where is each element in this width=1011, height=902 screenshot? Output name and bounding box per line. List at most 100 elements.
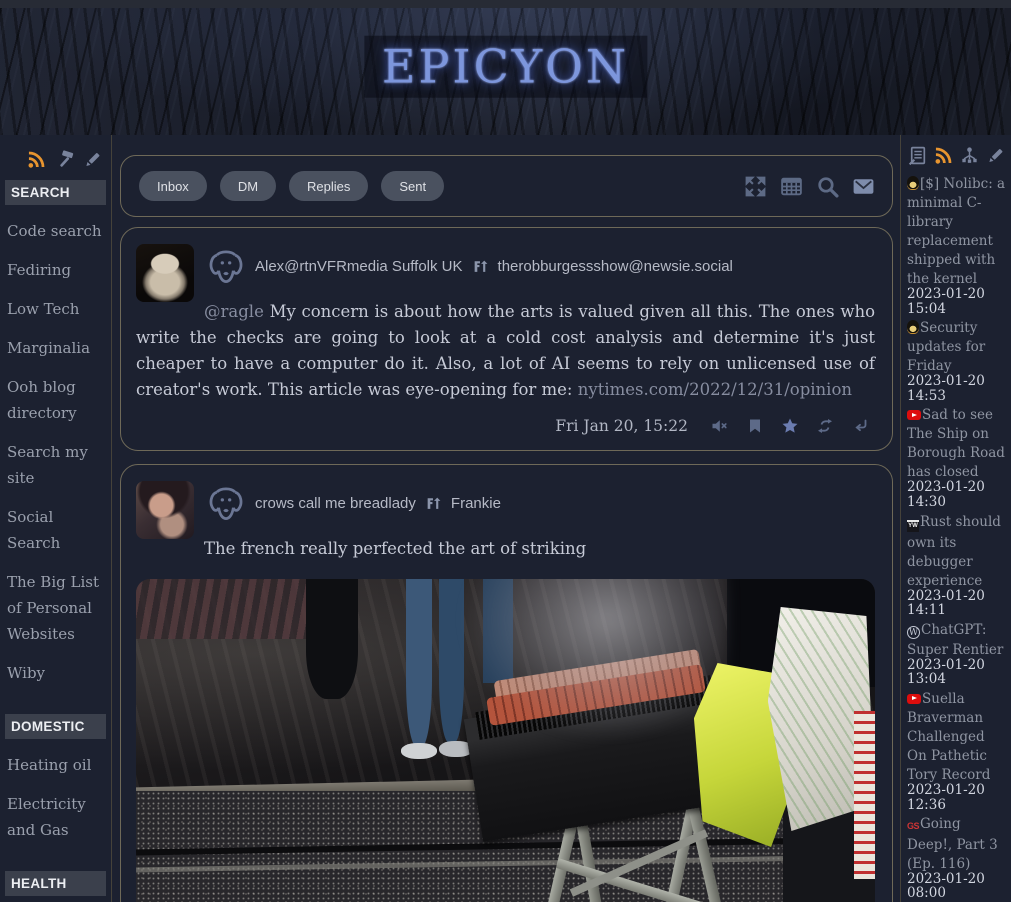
timeline-tab[interactable]: Inbox bbox=[139, 171, 207, 201]
rss-icon[interactable] bbox=[26, 149, 47, 170]
news-link[interactable]: Suella Braverman Challenged On Pathetic … bbox=[907, 691, 990, 783]
news-datetime: 2023-01-20 14:30 bbox=[907, 480, 1008, 509]
news-item: Going Deep!, Part 3 (Ep. 116) 2023-01-20… bbox=[907, 813, 1008, 901]
post-footer: Fri Jan 20, 15:22 bbox=[136, 417, 869, 435]
post-image[interactable] bbox=[136, 579, 875, 902]
news-source-icon bbox=[907, 410, 921, 420]
news-title[interactable]: Rust should own its debugger experience bbox=[907, 514, 1001, 589]
sidebar-link[interactable]: Fediring bbox=[7, 257, 111, 283]
news-title[interactable]: Sad to see The Ship on Borough Road has … bbox=[907, 407, 1005, 480]
top-strip bbox=[0, 0, 1011, 8]
profile-banner[interactable]: EPICYON bbox=[0, 8, 1011, 135]
news-title[interactable]: [$] Nolibc: a minimal C-library replacem… bbox=[907, 176, 1005, 287]
person-icon bbox=[204, 246, 248, 286]
page-content: SEARCH Code searchFediringLow TechMargin… bbox=[0, 135, 1011, 902]
news-link[interactable]: Going Deep!, Part 3 (Ep. 116) bbox=[907, 816, 998, 872]
sidebar-link[interactable]: Search my site bbox=[7, 439, 111, 491]
news-link[interactable]: [$] Nolibc: a minimal C-library replacem… bbox=[907, 176, 1005, 287]
news-item: [$] Nolibc: a minimal C-library replacem… bbox=[907, 173, 1008, 316]
section-header: DOMESTIC bbox=[5, 714, 106, 739]
sidebar-link[interactable]: Electricity and Gas bbox=[7, 791, 111, 843]
news-item: Security updates for Friday 2023-01-20 1… bbox=[907, 317, 1008, 403]
star-icon[interactable] bbox=[781, 417, 799, 435]
news-datetime: 2023-01-20 08:00 bbox=[907, 872, 1008, 901]
news-item: Suella Braverman Challenged On Pathetic … bbox=[907, 688, 1008, 812]
post-header: crows call me breadlady Frankie bbox=[204, 480, 875, 526]
repeat-icon bbox=[425, 495, 442, 512]
timeline-tab[interactable]: Sent bbox=[381, 171, 444, 201]
post-body: The french really perfected the art of s… bbox=[136, 536, 875, 562]
edit-icon[interactable] bbox=[985, 145, 1006, 166]
news-source-icon bbox=[907, 819, 919, 834]
post-author[interactable]: Alex@rtnVFRmedia Suffolk UK bbox=[255, 258, 463, 275]
calendar-icon[interactable] bbox=[779, 174, 804, 199]
news-link[interactable]: Sad to see The Ship on Borough Road has … bbox=[907, 407, 1005, 480]
post-timestamp[interactable]: Fri Jan 20, 15:22 bbox=[555, 417, 688, 435]
news-source-icon bbox=[907, 320, 919, 333]
sidebar-section-domestic: DOMESTIC Heating oil Electricity and Gas bbox=[5, 714, 111, 843]
news-datetime: 2023-01-20 14:53 bbox=[907, 374, 1008, 403]
newswire-list: [$] Nolibc: a minimal C-library replacem… bbox=[907, 173, 1008, 902]
sidebar-link[interactable]: Wiby bbox=[7, 660, 111, 686]
news-title[interactable]: ChatGPT: Super Rentier bbox=[907, 622, 1003, 658]
sidebar-link[interactable]: Social Search bbox=[7, 504, 111, 556]
section-links: Code search Fediring Low Tech Marginalia Ooh… bbox=[5, 218, 111, 686]
site-title: EPICYON bbox=[364, 35, 647, 98]
news-source-icon bbox=[907, 694, 921, 704]
sidebar-link[interactable]: Code search bbox=[7, 218, 111, 244]
news-link[interactable]: Rust should own its debugger experience bbox=[907, 514, 1001, 589]
newswire-sidebar: [$] Nolibc: a minimal C-library replacem… bbox=[900, 135, 1011, 902]
timeline-header-icons bbox=[743, 174, 876, 199]
bookmark-icon[interactable] bbox=[746, 417, 764, 435]
reply-icon[interactable] bbox=[851, 417, 869, 435]
news-title[interactable]: Suella Braverman Challenged On Pathetic … bbox=[907, 691, 990, 783]
sidebar-link[interactable]: Ooh blog directory bbox=[7, 374, 111, 426]
photo-smoke bbox=[461, 579, 727, 739]
news-datetime: 2023-01-20 14:11 bbox=[907, 589, 1008, 618]
news-link[interactable]: ChatGPT: Super Rentier bbox=[907, 622, 1003, 658]
photo-protest-sign bbox=[854, 711, 875, 879]
sidebar-section-search: SEARCH Code searchFediringLow TechMargin… bbox=[5, 180, 111, 686]
mention-link[interactable]: @ragle bbox=[204, 302, 264, 321]
news-item: Sad to see The Ship on Borough Road has … bbox=[907, 404, 1008, 509]
sidebar-link[interactable]: Heating oil bbox=[7, 752, 111, 778]
links-sidebar-icons bbox=[5, 149, 111, 170]
edit-icon[interactable] bbox=[82, 149, 103, 170]
avatar[interactable] bbox=[136, 244, 194, 302]
news-title[interactable]: Going Deep!, Part 3 (Ep. 116) bbox=[907, 816, 998, 872]
photo-legs bbox=[406, 579, 433, 747]
news-datetime: 2023-01-20 13:04 bbox=[907, 658, 1008, 687]
timeline-header: Inbox DM Replies Sent bbox=[120, 155, 893, 217]
mute-icon[interactable] bbox=[711, 417, 729, 435]
rss-icon[interactable] bbox=[933, 145, 954, 166]
expand-icon[interactable] bbox=[743, 174, 768, 199]
sidebar-link[interactable]: Low Tech bbox=[7, 296, 111, 322]
section-links: Heating oil Electricity and Gas bbox=[5, 752, 111, 843]
photo-person bbox=[306, 579, 358, 699]
post-author[interactable]: crows call me breadlady bbox=[255, 495, 416, 512]
news-link[interactable]: Security updates for Friday bbox=[907, 320, 985, 374]
edit-newswire-icon[interactable] bbox=[907, 145, 928, 166]
sidebar-link[interactable]: The Big List of Personal Websites bbox=[7, 569, 111, 647]
envelope-icon[interactable] bbox=[851, 174, 876, 199]
avatar[interactable] bbox=[136, 481, 194, 539]
post-recipient[interactable]: therobburgessshow@newsie.social bbox=[498, 258, 733, 275]
search-icon[interactable] bbox=[815, 174, 840, 199]
timeline-tabs: Inbox DM Replies Sent bbox=[139, 171, 457, 201]
news-source-icon bbox=[907, 176, 919, 189]
timeline-tab[interactable]: DM bbox=[220, 171, 276, 201]
sitemap-icon[interactable] bbox=[959, 145, 980, 166]
article-link[interactable]: nytimes.com/2022/12/31/opinion bbox=[578, 380, 852, 399]
timeline-tab[interactable]: Replies bbox=[289, 171, 368, 201]
post-body: @ragle My concern is about how the arts … bbox=[136, 299, 875, 403]
hammer-icon[interactable] bbox=[54, 149, 75, 170]
post-recipient[interactable]: Frankie bbox=[451, 495, 501, 512]
news-source-icon bbox=[907, 520, 919, 532]
links-sidebar: SEARCH Code searchFediringLow TechMargin… bbox=[0, 135, 112, 902]
news-datetime: 2023-01-20 12:36 bbox=[907, 783, 1008, 812]
section-header: HEALTH bbox=[5, 871, 106, 896]
repeat-icon[interactable] bbox=[816, 417, 834, 435]
sidebar-link[interactable]: Marginalia bbox=[7, 335, 111, 361]
newswire-icons bbox=[907, 145, 1008, 166]
post: Alex@rtnVFRmedia Suffolk UK therobburges… bbox=[120, 227, 893, 451]
